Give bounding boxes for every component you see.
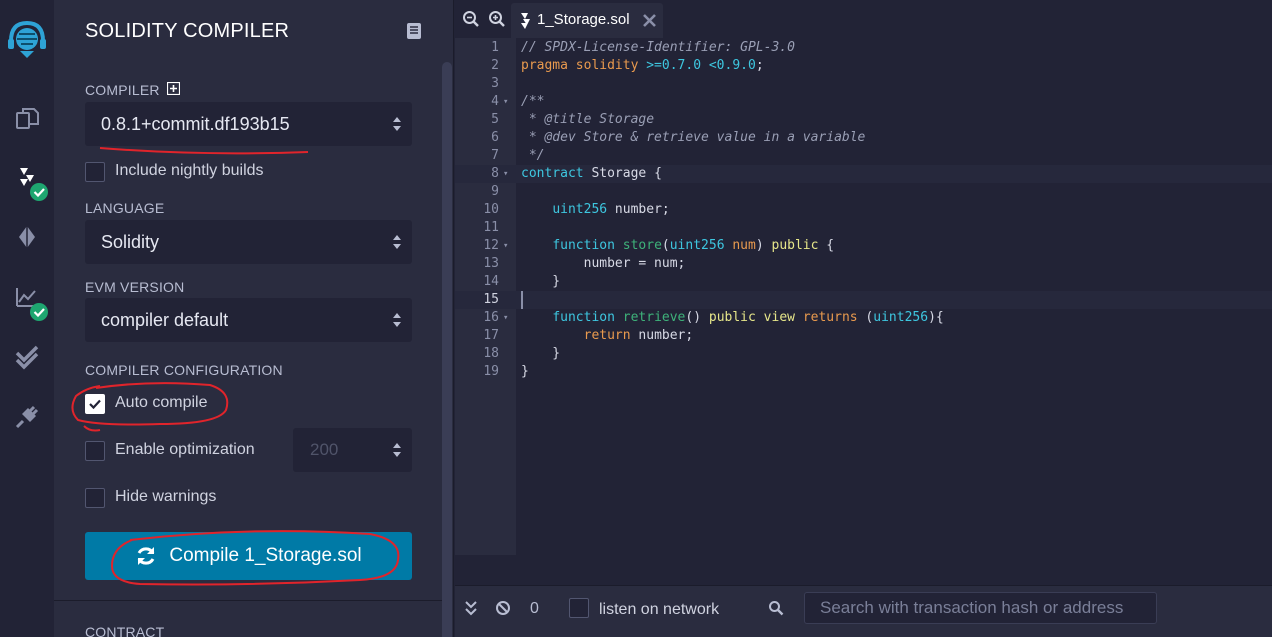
evm-version-label: EVM VERSION [85, 279, 185, 295]
chevron-updown-icon [393, 235, 401, 249]
optimization-runs-value: 200 [310, 440, 339, 459]
code-line: 6 * @dev Store & retrieve value in a var… [491, 130, 866, 145]
code-line-active: 15 [455, 291, 1272, 309]
language-value: Solidity [101, 231, 160, 252]
analysis-check-icon [30, 303, 48, 321]
language-label: LANGUAGE [85, 200, 165, 216]
chevron-down-icon[interactable] [463, 600, 479, 616]
code-line: 19} [483, 364, 529, 379]
compiler-version-value: 0.8.1+commit.df193b15 [101, 113, 290, 134]
panel-scrollbar[interactable] [442, 62, 452, 637]
listen-network-label: listen on network [599, 601, 720, 618]
terminal-bar: 0 listen on network Search with transact… [455, 585, 1272, 637]
code-line: 7 */ [491, 148, 545, 163]
compiler-version-select[interactable]: 0.8.1+commit.df193b15 [85, 102, 412, 146]
code-line: 14 } [483, 274, 561, 289]
file-explorer-icon[interactable] [0, 96, 54, 142]
refresh-icon [138, 547, 155, 565]
code-line: 17 return number; [483, 328, 694, 343]
code-line: 2 pragma solidity >=0.7.0 <0.9.0; [491, 58, 764, 73]
solidity-file-icon [521, 13, 530, 29]
pending-tx-count: 0 [530, 600, 539, 617]
zoom-out-icon[interactable] [462, 10, 480, 28]
compile-button-label: Compile 1_Storage.sol [169, 545, 362, 566]
code-line: 13 number = num; [483, 256, 686, 271]
chevron-updown-icon [393, 313, 401, 327]
zoom-in-icon[interactable] [488, 10, 506, 28]
chevron-updown-icon [393, 117, 401, 131]
transaction-search-input[interactable]: Search with transaction hash or address [804, 592, 1157, 624]
transaction-search-placeholder: Search with transaction hash or address [820, 598, 1124, 617]
code-line: 16 ▾ function retrieve() public view retu… [483, 310, 944, 325]
code-line: 8 ▾ contract Storage { [455, 165, 1272, 183]
code-editor[interactable]: 1// SPDX-License-Identifier: GPL-3.0 2 pr… [455, 38, 1272, 555]
code-line: 18 } [483, 346, 561, 361]
contract-label: CONTRACT [85, 624, 165, 637]
tab-1-storage-sol[interactable]: 1_Storage.sol [511, 3, 663, 38]
compile-button[interactable]: Compile 1_Storage.sol [85, 532, 412, 580]
code-line: 4 ▾/** [491, 94, 545, 109]
code-line: 10 uint256 number; [483, 202, 670, 217]
tab-label: 1_Storage.sol [537, 11, 630, 28]
compiler-panel: SOLIDITY COMPILER COMPILER 0.8.1+commit.… [54, 0, 454, 637]
block-icon[interactable] [495, 600, 511, 616]
panel-divider [54, 600, 444, 601]
code-line: 9 [491, 184, 499, 199]
chevron-updown-icon [393, 443, 401, 457]
evm-version-value: compiler default [101, 309, 229, 330]
optimization-runs-input[interactable]: 200 [293, 428, 412, 472]
code-line: 3 [491, 76, 499, 91]
nightly-builds-checkbox[interactable] [85, 162, 105, 182]
code-line: 5 * @title Storage [491, 112, 655, 127]
auto-compile-label: Auto compile [115, 394, 208, 411]
code-line: 11 [483, 220, 499, 235]
panel-title: SOLIDITY COMPILER [85, 20, 290, 42]
compiler-label: COMPILER [85, 82, 160, 98]
auto-compile-checkbox[interactable] [85, 394, 105, 414]
text-cursor [521, 291, 523, 309]
listen-network-checkbox[interactable] [569, 598, 589, 618]
plugin-icon[interactable] [0, 394, 54, 440]
optimization-label: Enable optimization [115, 441, 255, 458]
icon-rail [0, 0, 54, 637]
test-icon[interactable] [0, 334, 54, 380]
code-line: 1// SPDX-License-Identifier: GPL-3.0 [491, 40, 795, 55]
compiled-check-icon [30, 183, 48, 201]
optimization-checkbox[interactable] [85, 441, 105, 461]
documentation-icon[interactable] [406, 22, 422, 40]
add-compiler-icon[interactable] [167, 82, 180, 95]
language-select[interactable]: Solidity [85, 220, 412, 264]
close-icon[interactable] [642, 13, 657, 28]
compiler-config-label: COMPILER CONFIGURATION [85, 362, 283, 378]
checkmark-icon [89, 399, 101, 410]
hide-warnings-checkbox[interactable] [85, 488, 105, 508]
evm-version-select[interactable]: compiler default [85, 298, 412, 342]
hide-warnings-label: Hide warnings [115, 488, 217, 505]
code-line: 12 ▾ function store(uint256 num) public { [483, 238, 835, 253]
deploy-run-icon[interactable] [0, 214, 54, 260]
nightly-builds-label: Include nightly builds [115, 162, 264, 179]
remix-logo-icon[interactable] [0, 12, 54, 62]
search-icon [769, 601, 784, 616]
